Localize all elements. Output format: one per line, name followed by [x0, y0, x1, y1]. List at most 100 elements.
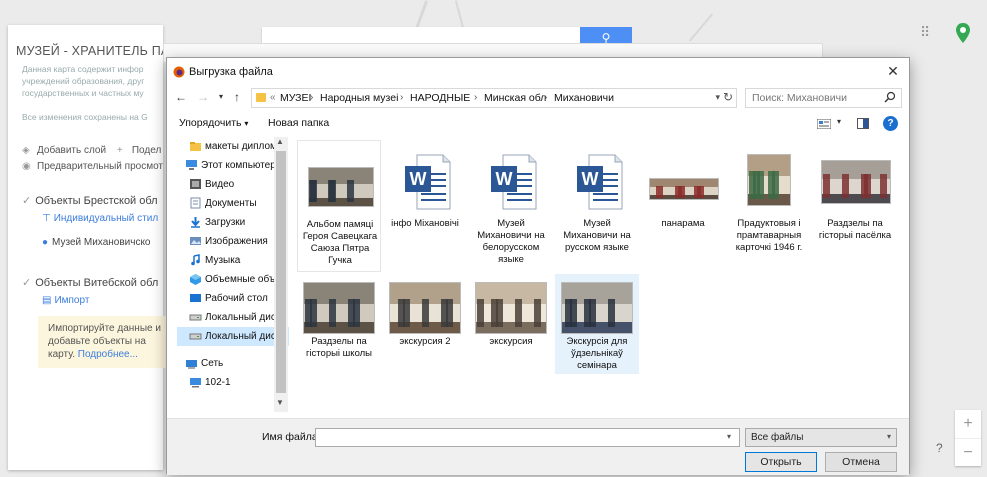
file-upload-dialog: Выгрузка файла ✕ ← → ▾ ↑ « МУЗЕІ › Народ…	[166, 57, 910, 475]
apps-grid-icon[interactable]: ⠿	[920, 24, 930, 41]
chevron-down-icon[interactable]: ▾	[715, 92, 720, 103]
tree-item[interactable]: Локальный диск	[177, 308, 289, 327]
learn-more-link[interactable]: Подробнее...	[78, 349, 138, 360]
file-name-input[interactable]	[315, 428, 740, 447]
file-item[interactable]: W Музей Михановичи на белорусском языке	[469, 140, 553, 272]
chevron-down-icon[interactable]: ▼	[276, 398, 284, 407]
recent-locations-button[interactable]: ▾	[213, 89, 229, 105]
dialog-title: Выгрузка файла	[189, 66, 273, 78]
firefox-icon	[173, 66, 185, 78]
music-icon	[191, 254, 200, 266]
view-mode-icon[interactable]	[817, 119, 831, 129]
word-document-icon: W	[561, 146, 633, 210]
cancel-button[interactable]: Отмена	[825, 452, 897, 472]
file-item[interactable]: W Музей Михановичи на русском языке	[555, 140, 639, 272]
refresh-icon[interactable]: ↻	[723, 90, 733, 104]
file-name: Экскурсія для ўдзельнікаў семінара	[566, 336, 628, 371]
tree-item[interactable]: Загрузки	[177, 213, 289, 232]
chevron-down-icon: ▾	[244, 119, 249, 128]
chevron-down-icon: ▾	[218, 92, 223, 101]
tree-item[interactable]: Музыка	[177, 251, 289, 270]
tree-item[interactable]: макеты дипломо	[177, 137, 289, 156]
tree-item-label: Этот компьютер	[201, 160, 276, 171]
zoom-control: + −	[955, 410, 981, 466]
breadcrumb-overflow[interactable]: «	[270, 92, 276, 103]
breadcrumb-separator[interactable]: ›	[400, 92, 403, 103]
network-computer-icon	[190, 378, 201, 388]
breadcrumb-item[interactable]: НАРОДНЫЕ	[410, 92, 470, 104]
drive-icon	[189, 314, 202, 321]
up-button[interactable]: ↑	[229, 89, 245, 105]
file-item[interactable]: экскурсия 2	[383, 274, 467, 374]
add-layer-button[interactable]: ◈ Добавить слой + Подел	[22, 145, 161, 156]
breadcrumb-item[interactable]: Михановичи	[554, 92, 614, 104]
breadcrumb-separator[interactable]: ›	[310, 92, 313, 103]
chevron-down-icon[interactable]: ▾	[727, 432, 731, 441]
tree-item[interactable]: Документы	[177, 194, 289, 213]
address-bar[interactable]: « МУЗЕІ › Народныя музеі › НАРОДНЫЕ › Ми…	[251, 88, 737, 108]
preview-button[interactable]: ◉ Предварительный просмот	[22, 161, 163, 172]
file-item[interactable]: панарама	[641, 140, 725, 272]
map-title: МУЗЕЙ - ХРАНИТЕЛЬ ПА	[16, 44, 170, 58]
file-item[interactable]: Альбом памяці Героя Савецкага Саюза Пятр…	[297, 140, 381, 272]
file-type-select[interactable]: Все файлы ▾	[745, 428, 897, 447]
file-item[interactable]: Прадуктовыя і прамтаварныя карточкі 1946…	[727, 140, 811, 272]
breadcrumb-separator[interactable]: ›	[544, 92, 547, 103]
tree-item-label: Музыка	[205, 255, 241, 266]
zoom-out-button[interactable]: −	[955, 438, 981, 466]
tree-item[interactable]: Видео	[177, 175, 289, 194]
preview-pane-icon[interactable]	[857, 118, 869, 129]
navigation-bar: ← → ▾ ↑ « МУЗЕІ › Народныя музеі › НАРОД…	[167, 86, 909, 110]
tree-item-label: Видео	[205, 179, 235, 190]
file-name: панарама	[661, 218, 705, 229]
view-options-button[interactable]: ▾	[837, 117, 841, 126]
file-name: Музей Михановичи на белорусском языке	[477, 218, 545, 265]
help-icon[interactable]: ?	[883, 116, 898, 131]
layer-item-museum[interactable]: ● Музей Михановичско	[42, 237, 151, 248]
open-button[interactable]: Открыть	[745, 452, 817, 472]
help-icon[interactable]: ?	[936, 441, 943, 455]
scrollbar-thumb[interactable]	[276, 151, 286, 393]
navigation-scrollbar[interactable]: ▲ ▼	[274, 137, 288, 412]
close-button[interactable]: ✕	[885, 63, 901, 79]
search-input[interactable]: Поиск: Михановичи	[745, 88, 902, 108]
organize-menu-button[interactable]: Упорядочить ▾	[179, 117, 248, 129]
tree-item[interactable]: Изображения	[177, 232, 289, 251]
layer-vitebsk[interactable]: ✓ Объекты Витебской обл	[22, 276, 158, 289]
breadcrumb-separator[interactable]: ›	[474, 92, 477, 103]
documents-icon	[190, 197, 201, 209]
file-item[interactable]: Экскурсія для ўдзельнікаў семінара	[555, 274, 639, 374]
chevron-up-icon[interactable]: ▲	[276, 137, 284, 146]
layer-brest[interactable]: ✓ Объекты Брестской обл	[22, 194, 158, 207]
layer-style-link[interactable]: ⊤ Индивидуальный стил	[42, 213, 158, 224]
back-button[interactable]: ←	[173, 89, 189, 105]
import-icon: ▤	[42, 295, 52, 306]
file-item[interactable]: Раздзелы па гісторыі пасёлка	[813, 140, 897, 272]
tree-item-label: 102-1	[205, 377, 231, 388]
breadcrumb-item[interactable]: Минская обл	[484, 92, 546, 104]
tree-item[interactable]: Локальный диск	[177, 327, 289, 346]
file-item[interactable]: экскурсия	[469, 274, 553, 374]
file-name: Раздзелы па гісторыі пасёлка	[818, 218, 892, 241]
close-icon: ✕	[887, 63, 899, 79]
tree-item[interactable]: Сеть	[177, 354, 289, 373]
tree-item-label: Локальный диск	[205, 331, 281, 342]
file-name: інфо Міхановічі	[391, 218, 459, 229]
map-description-line: Данная карта содержит инфор	[22, 64, 144, 74]
file-item[interactable]: Wінфо Міхановічі	[383, 140, 467, 272]
tree-item[interactable]: Объемные объе	[177, 270, 289, 289]
breadcrumb-item[interactable]: МУЗЕІ	[280, 92, 311, 104]
breadcrumb-item[interactable]: Народныя музеі	[320, 92, 398, 104]
tree-item-label: Объемные объе	[205, 274, 281, 285]
zoom-in-button[interactable]: +	[955, 410, 981, 438]
file-item[interactable]: Раздзелы па гісторыі школы	[297, 274, 381, 374]
dialog-titlebar[interactable]: Выгрузка файла ✕	[167, 58, 909, 86]
tree-item[interactable]: Этот компьютер	[177, 156, 289, 175]
import-link[interactable]: ▤ Импорт	[42, 295, 89, 306]
image-thumbnail	[819, 146, 891, 210]
new-folder-button[interactable]: Новая папка	[268, 117, 329, 129]
tree-item[interactable]: 102-1	[177, 373, 289, 392]
forward-button[interactable]: →	[195, 89, 211, 105]
map-location-icon[interactable]	[955, 22, 971, 44]
tree-item[interactable]: Рабочий стол	[177, 289, 289, 308]
